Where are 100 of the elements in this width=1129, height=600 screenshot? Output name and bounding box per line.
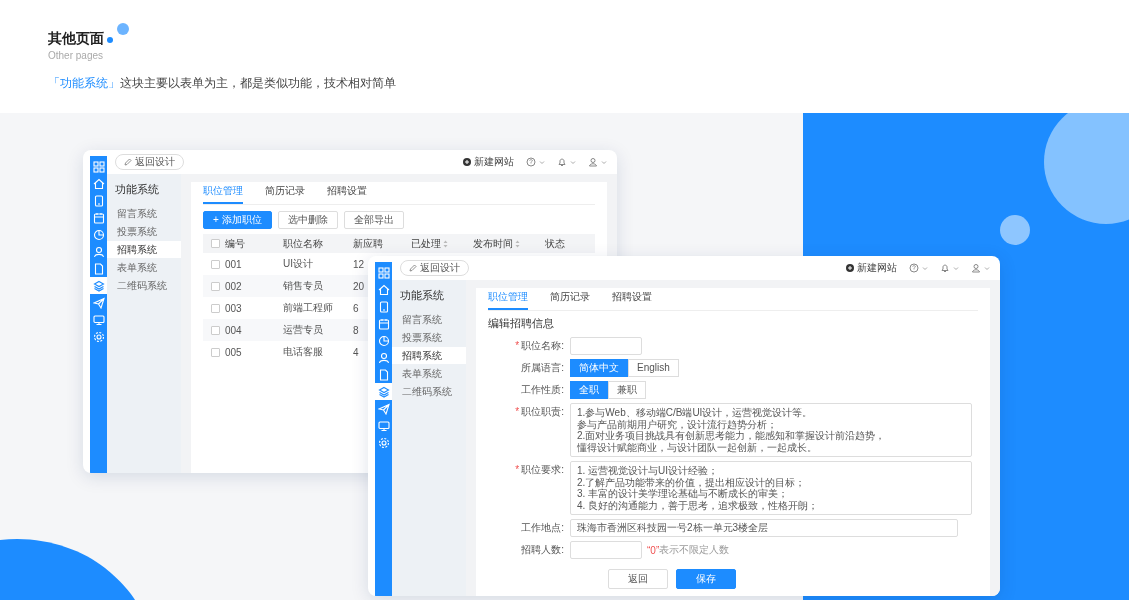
nav-item[interactable]: 留言系统 — [392, 311, 466, 328]
input-field[interactable]: 珠海市香洲区科技园一号2栋一单元3楼全层 — [570, 519, 958, 537]
tab[interactable]: 职位管理 — [203, 184, 243, 204]
field-label: 工作性质: — [521, 383, 564, 397]
back-button[interactable]: 返回设计 — [115, 154, 184, 170]
sort-icon[interactable] — [515, 239, 520, 248]
home-icon — [377, 283, 390, 296]
tab[interactable]: 招聘设置 — [612, 290, 652, 310]
tab[interactable]: 简历记录 — [265, 184, 305, 204]
layers-icon — [377, 385, 390, 398]
bell-icon[interactable] — [557, 157, 567, 167]
column-header: 职位名称 — [283, 236, 323, 251]
bell-icon[interactable] — [940, 263, 950, 273]
hint-mark: “0” — [647, 544, 660, 556]
hint-text: 表示不限定人数 — [659, 543, 730, 557]
toolbar-button[interactable]: 全部导出 — [343, 211, 404, 229]
nav-item[interactable]: 二维码系统 — [107, 277, 181, 294]
nav-item[interactable]: 二维码系统 — [392, 383, 466, 400]
text-line: 3. 丰富的设计美学理论基础与不断成长的审美； — [577, 488, 789, 500]
plus-circle-icon — [846, 264, 854, 272]
table-cell: 8 — [353, 324, 359, 336]
nav-item[interactable]: 投票系统 — [392, 329, 466, 346]
text-line: 1.参与Web、移动端C/B端UI设计，运营视觉设计等。 — [577, 407, 814, 419]
checkbox[interactable] — [211, 239, 220, 248]
pen-icon — [124, 158, 132, 166]
table-cell: 运营专员 — [283, 323, 323, 337]
required-mark: * — [515, 405, 520, 419]
user-icon[interactable] — [588, 157, 598, 167]
input-field[interactable] — [570, 541, 642, 559]
nav-item[interactable]: 招聘系统 — [107, 241, 181, 258]
help-icon[interactable] — [526, 157, 536, 167]
option-button[interactable]: 兼职 — [608, 381, 646, 399]
checkbox[interactable] — [211, 281, 220, 291]
field-label: 职位名称: — [521, 339, 564, 353]
table-cell: 20 — [353, 280, 365, 292]
dot-decoration — [117, 23, 129, 35]
nav-item[interactable]: 招聘系统 — [392, 347, 466, 364]
table-cell: 电话客服 — [283, 345, 323, 359]
icon-tab[interactable] — [90, 158, 107, 175]
field-label: 工作地点: — [521, 521, 564, 535]
page-title: 其他页面 — [48, 30, 104, 48]
help-icon[interactable] — [909, 263, 919, 273]
field-label: 所属语言: — [521, 361, 564, 375]
text-area[interactable]: 1.参与Web、移动端C/B端UI设计，运营视觉设计等。 参与产品前期用户研究，设计流行趋势分析； 2.面对业务项目挑战具有创新思考能力，能感知和掌握设计前沿趋势， 懂得设计赋能商业，与设计团队一起创新，一起成长。 — [570, 403, 972, 457]
layers-icon — [92, 279, 105, 292]
plus-circle-icon — [463, 158, 471, 166]
nav-title: 功能系统 — [114, 182, 160, 197]
home-icon — [92, 177, 105, 190]
checkbox[interactable] — [211, 259, 220, 269]
table-cell: 12 — [353, 258, 365, 270]
text-line: 2.了解产品功能带来的价值，提出相应设计的目标； — [577, 476, 807, 488]
pie-chart-icon — [377, 334, 390, 347]
text-area[interactable]: 1. 运营视觉设计与UI设计经验； 2.了解产品功能带来的价值，提出相应设计的目标； 3. 丰富的设计美学理论基础与不断成长的审美； 4. 良好的沟通能力，善于思考，追求极致，性格开朗； — [570, 461, 972, 515]
text-line: 1. 运营视觉设计与UI设计经验； — [577, 465, 720, 477]
checkbox[interactable] — [211, 303, 220, 313]
nav-item[interactable]: 表单系统 — [107, 259, 181, 276]
table-cell: 前端工程师 — [283, 301, 333, 315]
checkbox[interactable] — [211, 347, 220, 357]
input-field[interactable] — [570, 337, 642, 355]
grid-icon — [92, 160, 105, 173]
toolbar-button[interactable]: 选中删除 — [277, 211, 338, 229]
nav-item[interactable]: 留言系统 — [107, 205, 181, 222]
settings-icon — [377, 436, 390, 449]
icon-tab[interactable] — [90, 277, 107, 294]
icon-tab[interactable] — [375, 383, 392, 400]
new-site-link[interactable]: 新建网站 — [857, 261, 897, 275]
table-cell: 4 — [353, 346, 359, 358]
pie-chart-icon — [92, 228, 105, 241]
nav-item[interactable]: 投票系统 — [107, 223, 181, 240]
new-site-link[interactable]: 新建网站 — [474, 155, 514, 169]
table-cell: 002 — [225, 280, 242, 292]
user-icon[interactable] — [971, 263, 981, 273]
back-button[interactable]: 返回设计 — [400, 260, 469, 276]
grid-icon — [377, 266, 390, 279]
checkbox[interactable] — [211, 325, 220, 335]
paper-plane-icon — [377, 402, 390, 415]
option-button[interactable]: English — [628, 359, 679, 377]
table-cell: 004 — [225, 324, 242, 336]
text-line: 4. 良好的沟通能力，善于思考，追求极致，性格开朗； — [577, 499, 820, 511]
form-title: 编辑招聘信息 — [488, 317, 555, 331]
required-mark: * — [515, 339, 520, 353]
text-line: 参与产品前期用户研究，设计流行趋势分析； — [577, 418, 778, 430]
table-cell: UI设计 — [283, 257, 313, 271]
nav-item[interactable]: 表单系统 — [392, 365, 466, 382]
calendar-icon — [92, 211, 105, 224]
table-cell: 005 — [225, 346, 242, 358]
column-header: 编号 — [225, 236, 245, 251]
monitor-icon — [377, 419, 390, 432]
field-label: 职位要求: — [521, 463, 564, 477]
text-line: 2.面对业务项目挑战具有创新思考能力，能感知和掌握设计前沿趋势， — [577, 430, 887, 442]
text-line: 懂得设计赋能商业，与设计团队一起创新，一起成长。 — [577, 441, 818, 453]
back-button[interactable]: 返回 — [608, 569, 668, 589]
tab[interactable]: 招聘设置 — [327, 184, 367, 204]
column-header: 新应聘 — [353, 236, 383, 251]
page-subtitle: Other pages — [48, 50, 104, 61]
tab[interactable]: 简历记录 — [550, 290, 590, 310]
icon-tab[interactable] — [375, 264, 392, 281]
tab[interactable]: 职位管理 — [488, 290, 528, 310]
settings-icon — [92, 330, 105, 343]
sort-icon[interactable] — [443, 239, 448, 248]
